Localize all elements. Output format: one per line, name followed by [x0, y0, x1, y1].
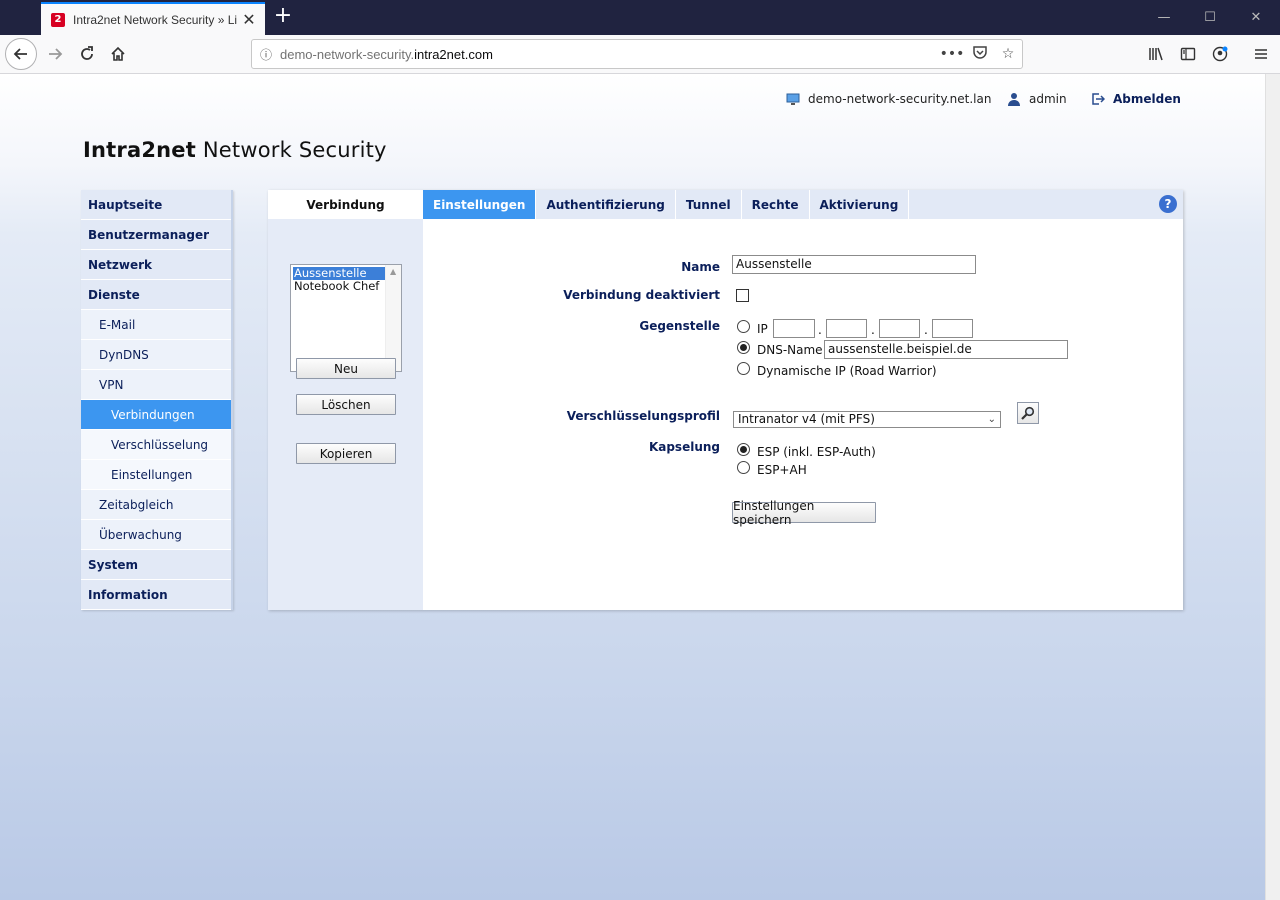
disabled-checkbox[interactable]	[736, 289, 749, 302]
ip-octet-1-field[interactable]	[773, 319, 815, 338]
user-icon	[1007, 92, 1021, 106]
copy-button[interactable]: Kopieren	[296, 443, 396, 464]
new-tab-icon[interactable]: +	[272, 5, 294, 29]
sidebar-icon[interactable]	[1173, 39, 1203, 69]
pocket-icon[interactable]	[966, 45, 994, 63]
tab-title: Intra2net Network Security » Li	[73, 12, 238, 27]
peer-dns-radio[interactable]	[737, 341, 750, 354]
profile-select[interactable]: Intranator v4 (mit PFS) ⌄	[733, 411, 1001, 428]
tab-rechte[interactable]: Rechte	[742, 190, 810, 219]
bookmark-star-icon[interactable]: ☆	[994, 46, 1022, 62]
encap-espah-label: ESP+AH	[757, 463, 807, 477]
profile-details-button[interactable]	[1017, 402, 1039, 424]
page-scrollbar[interactable]	[1265, 74, 1280, 900]
user-name: admin	[1029, 92, 1067, 106]
account-icon[interactable]	[1205, 39, 1235, 69]
nav-item-verschlüsselung[interactable]: Verschlüsselung	[81, 430, 231, 460]
nav-item-system[interactable]: System	[81, 550, 231, 580]
nav-item-überwachung[interactable]: Überwachung	[81, 520, 231, 550]
delete-button[interactable]: Löschen	[296, 394, 396, 415]
nav-item-zeitabgleich[interactable]: Zeitabgleich	[81, 490, 231, 520]
peer-dns-label: DNS-Name	[757, 343, 823, 357]
ip-dot: .	[871, 323, 875, 337]
close-tab-icon[interactable]: ✕	[241, 10, 257, 29]
reload-icon[interactable]	[72, 39, 102, 69]
url-text: demo-network-security.intra2net.com	[280, 46, 493, 62]
peer-dynamic-label: Dynamische IP (Road Warrior)	[757, 364, 937, 378]
ip-octet-2-field[interactable]	[826, 319, 867, 338]
peer-ip-radio[interactable]	[737, 320, 750, 333]
listbox-scrollbar[interactable]: ▲ ▼	[385, 265, 401, 371]
app-logo: Intra2net Network Security	[83, 138, 387, 162]
ip-dot: .	[924, 323, 928, 337]
nav-item-verbindungen[interactable]: Verbindungen	[81, 400, 231, 430]
page-actions-icon[interactable]: •••	[938, 46, 966, 62]
new-button[interactable]: Neu	[296, 358, 396, 379]
nav-item-e-mail[interactable]: E-Mail	[81, 310, 231, 340]
ip-octet-3-field[interactable]	[879, 319, 920, 338]
encap-esp-label: ESP (inkl. ESP-Auth)	[757, 445, 876, 459]
monitor-icon	[786, 92, 800, 106]
ip-octet-4-field[interactable]	[932, 319, 973, 338]
encap-espah-radio[interactable]	[737, 461, 750, 474]
nav-item-information[interactable]: Information	[81, 580, 231, 610]
left-navigation: Hauptseite Benutzermanager Netzwerk Dienste…	[81, 190, 233, 610]
ip-dot: .	[818, 323, 822, 337]
host-info: demo-network-security.net.lan	[786, 92, 991, 106]
peer-dynamic-radio[interactable]	[737, 362, 750, 375]
content-panel: Verbindung Einstellungen Authentifizierun…	[268, 190, 1183, 610]
logout-icon	[1091, 92, 1106, 106]
nav-item-dyndns[interactable]: DynDNS	[81, 340, 231, 370]
help-icon[interactable]: ?	[1159, 195, 1177, 213]
tab-authentifizierung[interactable]: Authentifizierung	[536, 190, 676, 219]
list-item-notebook-chef[interactable]: Notebook Chef	[291, 280, 385, 293]
library-icon[interactable]	[1141, 39, 1171, 69]
name-label: Name	[681, 260, 720, 274]
tab-aktivierung[interactable]: Aktivierung	[810, 190, 910, 219]
url-bar[interactable]: ⓘ demo-network-security.intra2net.com ••…	[251, 39, 1023, 69]
nav-item-vpn[interactable]: VPN	[81, 370, 231, 400]
scroll-up-icon[interactable]: ▲	[390, 267, 396, 276]
nav-item-einstellungen[interactable]: Einstellungen	[81, 460, 231, 490]
tab-tunnel[interactable]: Tunnel	[676, 190, 742, 219]
peer-ip-label: IP	[757, 322, 768, 336]
forward-icon[interactable]	[40, 39, 70, 69]
save-settings-button[interactable]: Einstellungen speichern	[732, 499, 876, 527]
close-window-icon[interactable]: ✕	[1233, 0, 1279, 35]
user-info: admin	[1007, 92, 1067, 106]
browser-tabbar: 2 Intra2net Network Security » Li ✕ + — …	[0, 0, 1280, 35]
profile-label: Verschlüsselungsprofil	[566, 409, 720, 423]
chevron-down-icon: ⌄	[987, 414, 996, 425]
menu-icon[interactable]	[1246, 39, 1276, 69]
peer-label: Gegenstelle	[639, 319, 720, 333]
nav-item-dienste[interactable]: Dienste	[81, 280, 231, 310]
disabled-label: Verbindung deaktiviert	[563, 288, 720, 302]
name-field[interactable]: Aussenstelle	[732, 255, 976, 274]
encap-esp-radio[interactable]	[737, 443, 750, 456]
browser-tab[interactable]: 2 Intra2net Network Security » Li ✕	[41, 2, 265, 35]
connection-listbox[interactable]: Aussenstelle Notebook Chef ▲ ▼	[290, 264, 402, 372]
settings-tabs: Einstellungen Authentifizierung Tunnel Rech…	[423, 190, 1183, 219]
logout-label: Abmelden	[1113, 92, 1181, 106]
host-name: demo-network-security.net.lan	[808, 92, 992, 106]
site-info-icon[interactable]: ⓘ	[252, 46, 280, 63]
nav-item-hauptseite[interactable]: Hauptseite	[81, 190, 231, 220]
home-icon[interactable]	[103, 39, 133, 69]
encapsulation-label: Kapselung	[648, 440, 720, 454]
minimize-icon[interactable]: —	[1141, 0, 1187, 35]
nav-item-netzwerk[interactable]: Netzwerk	[81, 250, 231, 280]
connection-list-title: Verbindung	[268, 190, 423, 219]
dns-name-field[interactable]: aussenstelle.beispiel.de	[824, 340, 1068, 359]
profile-select-value: Intranator v4 (mit PFS)	[738, 412, 875, 426]
logout-link[interactable]: Abmelden	[1091, 92, 1181, 106]
browser-navbar: ⓘ demo-network-security.intra2net.com ••…	[0, 35, 1280, 74]
maximize-icon[interactable]: ☐	[1187, 0, 1233, 35]
nav-item-benutzermanager[interactable]: Benutzermanager	[81, 220, 231, 250]
site-favicon-icon: 2	[51, 12, 65, 27]
tab-einstellungen[interactable]: Einstellungen	[423, 190, 537, 219]
web-page: demo-network-security.net.lan admin Abme…	[0, 74, 1265, 900]
magnifier-icon	[1021, 406, 1035, 420]
back-icon[interactable]	[5, 38, 37, 70]
connection-sidebar: Aussenstelle Notebook Chef ▲ ▼ Neu Lösch…	[268, 219, 423, 610]
